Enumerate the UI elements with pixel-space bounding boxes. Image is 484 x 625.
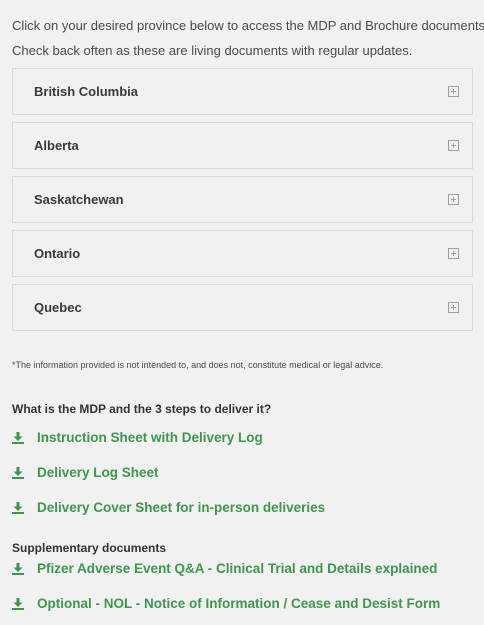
province-item-alberta[interactable]: Alberta [12, 122, 473, 169]
intro-line-2: Check back often as these are living doc… [12, 43, 413, 58]
province-label: Quebec [34, 300, 82, 315]
download-icon [12, 501, 24, 514]
province-item-ontario[interactable]: Ontario [12, 230, 473, 277]
mdp-section-heading: What is the MDP and the 3 steps to deliv… [12, 402, 272, 416]
download-icon [12, 431, 24, 444]
disclaimer-text: *The information provided is not intende… [12, 360, 384, 370]
province-label: Ontario [34, 246, 81, 261]
province-item-quebec[interactable]: Quebec [12, 284, 473, 331]
province-label: Saskatchewan [34, 192, 124, 207]
pfizer-adverse-event-link[interactable]: Pfizer Adverse Event Q&A - Clinical Tria… [12, 561, 437, 576]
delivery-cover-sheet-link[interactable]: Delivery Cover Sheet for in-person deliv… [12, 500, 325, 515]
intro-line-1: Click on your desired province below to … [12, 18, 484, 33]
nol-form-link[interactable]: Optional - NOL - Notice of Information /… [12, 596, 440, 611]
plus-square-icon[interactable] [448, 194, 459, 205]
download-icon [12, 466, 24, 479]
delivery-log-sheet-label[interactable]: Delivery Log Sheet [37, 465, 159, 480]
delivery-cover-sheet-label[interactable]: Delivery Cover Sheet for in-person deliv… [37, 500, 325, 515]
download-icon [12, 597, 24, 610]
plus-square-icon[interactable] [448, 248, 459, 259]
supplementary-section-heading: Supplementary documents [12, 541, 167, 555]
instruction-sheet-link[interactable]: Instruction Sheet with Delivery Log [12, 430, 263, 445]
province-accordion: British Columbia Alberta Saskatchewan On… [12, 68, 473, 338]
pfizer-adverse-event-label[interactable]: Pfizer Adverse Event Q&A - Clinical Tria… [37, 561, 437, 576]
intro-text: Click on your desired province below to … [12, 13, 484, 63]
province-item-british-columbia[interactable]: British Columbia [12, 68, 473, 115]
province-label: British Columbia [34, 84, 139, 99]
delivery-log-sheet-link[interactable]: Delivery Log Sheet [12, 465, 159, 480]
plus-square-icon[interactable] [448, 302, 459, 313]
province-label: Alberta [34, 138, 79, 153]
nol-form-label[interactable]: Optional - NOL - Notice of Information /… [37, 596, 440, 611]
plus-square-icon[interactable] [448, 140, 459, 151]
instruction-sheet-label[interactable]: Instruction Sheet with Delivery Log [37, 430, 263, 445]
download-icon [12, 562, 24, 575]
plus-square-icon[interactable] [448, 86, 459, 97]
province-item-saskatchewan[interactable]: Saskatchewan [12, 176, 473, 223]
